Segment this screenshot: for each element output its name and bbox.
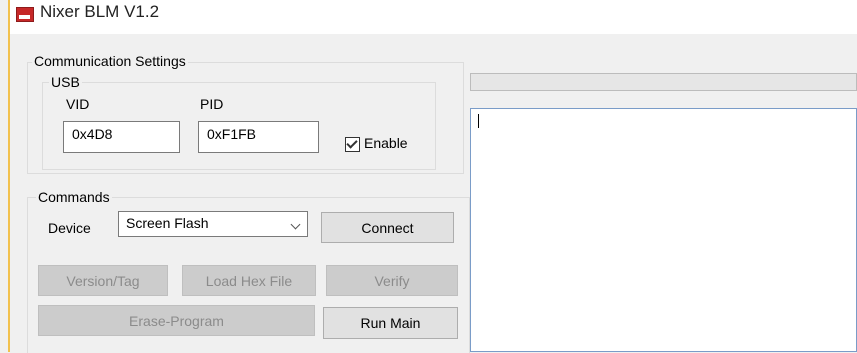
vid-label: VID [66,96,90,112]
window-left-border [8,0,10,352]
chevron-down-icon [290,219,301,230]
output-console[interactable] [470,108,857,352]
check-icon [346,137,358,149]
connect-button[interactable]: Connect [321,212,454,243]
device-label: Device [48,220,91,236]
pid-field[interactable]: 0xF1FB [198,121,319,153]
device-select-value: Screen Flash [126,215,209,231]
communication-settings-title: Communication Settings [32,53,188,69]
window-title: Nixer BLM V1.2 [40,2,160,21]
commands-group-title: Commands [36,189,112,205]
pid-label: PID [200,96,224,112]
load-hex-file-button[interactable]: Load Hex File [182,265,316,296]
usb-group-title: USB [49,74,82,90]
erase-program-button[interactable]: Erase-Program [38,305,315,336]
progress-bar [470,73,857,91]
enable-label[interactable]: Enable [364,135,408,151]
device-select[interactable]: Screen Flash [118,211,308,237]
enable-checkbox[interactable] [345,137,360,152]
text-caret [478,114,479,128]
version-tag-button[interactable]: Version/Tag [38,265,168,296]
run-main-button[interactable]: Run Main [323,307,458,339]
app-icon [16,7,34,22]
vid-field[interactable]: 0x4D8 [63,121,180,153]
verify-button[interactable]: Verify [326,265,458,296]
